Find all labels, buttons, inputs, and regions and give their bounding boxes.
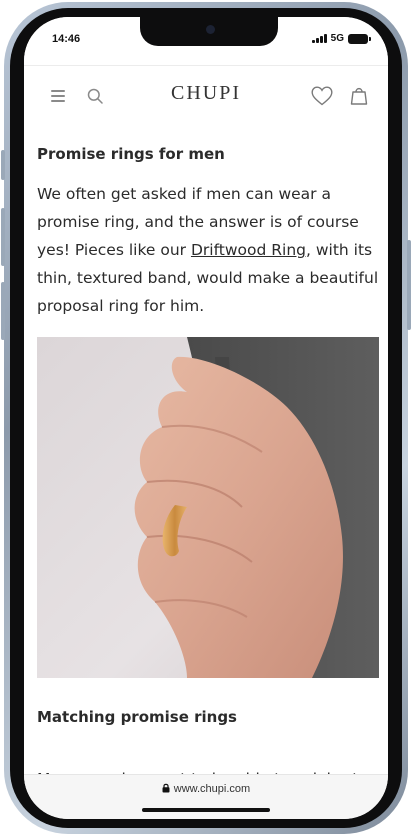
- volume-down-button: [1, 282, 5, 340]
- hand-with-ring-photo: [37, 337, 379, 678]
- driftwood-ring-link[interactable]: Driftwood Ring: [191, 241, 306, 259]
- volume-up-button: [1, 208, 5, 266]
- section-heading: Promise rings for men: [37, 145, 225, 163]
- url-text: www.chupi.com: [173, 783, 251, 795]
- article-section-promise-rings-for-men: Promise rings for men We often get asked…: [37, 145, 379, 320]
- section-heading-matching-promise-rings: Matching promise rings: [37, 708, 237, 726]
- lock-icon: [162, 783, 170, 793]
- camera-icon: [206, 25, 215, 34]
- notch: [140, 17, 278, 46]
- status-indicators: 5G: [312, 33, 371, 44]
- section-paragraph: We often get asked if men can wear a pro…: [37, 180, 379, 320]
- battery-icon: [348, 33, 371, 44]
- shopping-bag-icon[interactable]: [349, 85, 369, 105]
- status-time: 14:46: [52, 33, 81, 45]
- home-indicator[interactable]: [142, 808, 270, 812]
- status-bar: 14:46 5G: [24, 17, 388, 63]
- site-header: CHUPI: [24, 65, 388, 125]
- heart-icon[interactable]: [311, 86, 333, 106]
- mute-switch: [1, 150, 5, 180]
- power-button: [407, 240, 411, 330]
- browser-url-bar[interactable]: www.chupi.com: [24, 774, 388, 819]
- signal-icon: [312, 34, 327, 43]
- site-logo[interactable]: CHUPI: [24, 82, 388, 105]
- url-display[interactable]: www.chupi.com: [24, 783, 388, 795]
- screen: 14:46 5G CHUPI Promise rings for men We …: [24, 17, 388, 819]
- network-label: 5G: [330, 33, 344, 44]
